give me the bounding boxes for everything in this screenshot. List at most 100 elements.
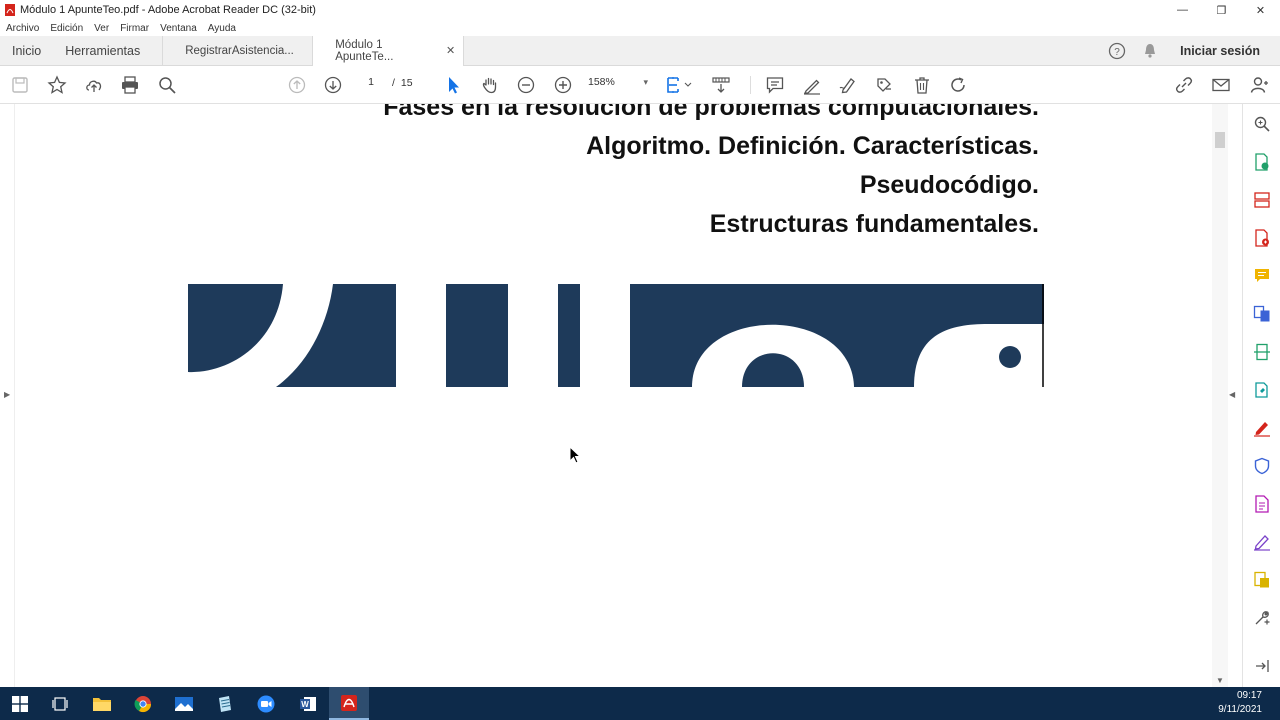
scroll-down-icon[interactable]: ▼	[1216, 676, 1224, 685]
photos-app-icon[interactable]	[164, 687, 204, 720]
heading-fases: Fases en la resolución de problemas comp…	[383, 104, 1039, 121]
request-signature-icon[interactable]	[1252, 532, 1272, 552]
clock-date: 9/11/2021	[1218, 704, 1262, 715]
file-explorer-icon[interactable]	[82, 687, 122, 720]
menu-firmar[interactable]: Firmar	[120, 23, 149, 34]
page-separator: /	[392, 76, 395, 89]
comment-tool-icon[interactable]	[1252, 266, 1272, 286]
microsoft-word-icon[interactable]: W	[288, 687, 328, 720]
edit-pdf-icon[interactable]	[1252, 380, 1272, 400]
combine-files-icon[interactable]	[1252, 304, 1272, 324]
zoom-in-icon[interactable]	[552, 74, 574, 96]
select-cursor-icon[interactable]	[442, 74, 464, 96]
find-search-icon[interactable]	[156, 74, 178, 96]
create-pdf-icon[interactable]	[1252, 228, 1272, 248]
minimize-button[interactable]: —	[1163, 0, 1202, 20]
tab-row: Inicio Herramientas RegistrarAsistencia.…	[0, 35, 1280, 66]
tab-registrar-asistencia[interactable]: RegistrarAsistencia...	[162, 35, 312, 66]
next-page-icon[interactable]	[322, 74, 344, 96]
menu-archivo[interactable]: Archivo	[6, 23, 39, 34]
document-viewport[interactable]: ▶ Fases en la resolución de problemas co…	[0, 104, 1242, 687]
fill-sign-icon[interactable]	[837, 74, 859, 96]
menu-ventana[interactable]: Ventana	[160, 23, 197, 34]
fill-sign-tool-icon[interactable]	[1252, 418, 1272, 438]
email-envelope-icon[interactable]	[1210, 74, 1232, 96]
delete-trash-icon[interactable]	[911, 74, 933, 96]
zoom-dropdown[interactable]: 158% ▾	[588, 76, 648, 88]
vertical-scrollbar[interactable]: ▼	[1212, 104, 1228, 687]
bookmark-star-icon[interactable]	[46, 74, 68, 96]
scan-ocr-icon[interactable]	[1252, 342, 1272, 362]
save-icon[interactable]	[9, 74, 31, 96]
svg-text:W: W	[301, 700, 309, 709]
menu-edicion[interactable]: Edición	[50, 23, 83, 34]
tab-modulo-apunte[interactable]: Módulo 1 ApunteTe... ✕	[312, 35, 465, 66]
sign-in-link[interactable]: Iniciar sesión	[1180, 44, 1260, 58]
page-number-input[interactable]: 1	[356, 76, 386, 89]
decorative-banner-image	[188, 284, 1044, 387]
tab-close-icon[interactable]: ✕	[446, 44, 455, 57]
right-tools-panel	[1242, 104, 1280, 687]
comment-icon[interactable]	[764, 74, 786, 96]
help-icon[interactable]: ?	[1108, 42, 1126, 60]
pdf-page: Fases en la resolución de problemas comp…	[16, 104, 1211, 687]
page-total: 15	[400, 76, 413, 89]
heading-estructuras: Estructuras fundamentales.	[709, 210, 1039, 238]
left-panel-strip: ▶	[0, 104, 15, 687]
task-view-icon[interactable]	[40, 687, 80, 720]
zoom-out-icon[interactable]	[515, 74, 537, 96]
menu-bar: Archivo Edición Ver Firmar Ventana Ayuda	[0, 20, 1280, 36]
export-pdf-icon[interactable]	[1252, 152, 1272, 172]
print-icon[interactable]	[119, 74, 141, 96]
add-user-icon[interactable]	[1248, 74, 1270, 96]
toolbar-separator	[750, 76, 751, 94]
more-tools-document-icon[interactable]	[1252, 494, 1272, 514]
highlight-pen-icon[interactable]	[801, 74, 823, 96]
system-clock[interactable]: 09:17 9/11/2021	[1218, 689, 1262, 717]
tab-herramientas[interactable]: Herramientas	[53, 36, 162, 66]
chevron-down-icon: ▾	[643, 76, 648, 87]
notifications-bell-icon[interactable]	[1142, 43, 1158, 59]
collapse-tools-icon[interactable]	[1252, 656, 1272, 676]
menu-ver[interactable]: Ver	[94, 23, 109, 34]
windows-start-icon[interactable]	[0, 687, 40, 720]
tab-label: RegistrarAsistencia...	[185, 44, 294, 57]
tools-customize-icon[interactable]	[1252, 608, 1272, 628]
rotate-icon[interactable]	[947, 74, 969, 96]
heading-pseudocodigo: Pseudocódigo.	[859, 171, 1039, 199]
protect-shield-icon[interactable]	[1252, 456, 1272, 476]
heading-algoritmo: Algoritmo. Definición. Características.	[586, 132, 1039, 160]
share-link-icon[interactable]	[1173, 74, 1195, 96]
menu-ayuda[interactable]: Ayuda	[208, 23, 236, 34]
clock-time: 09:17	[1236, 690, 1262, 701]
zoom-meetings-icon[interactable]	[246, 687, 286, 720]
tab-label: Módulo 1 ApunteTe...	[335, 38, 394, 63]
organize-pages-icon[interactable]	[1252, 190, 1272, 210]
window-title: Módulo 1 ApunteTeo.pdf - Adobe Acrobat R…	[20, 4, 316, 16]
close-button[interactable]: ✕	[1241, 0, 1280, 20]
zoom-level: 158%	[588, 76, 615, 88]
expand-left-panel-icon[interactable]: ▶	[4, 390, 10, 399]
page-display-icon[interactable]	[664, 74, 694, 96]
zoom-search-icon[interactable]	[1252, 114, 1272, 134]
title-bar: Módulo 1 ApunteTeo.pdf - Adobe Acrobat R…	[0, 0, 1280, 20]
stamp-edit-icon[interactable]	[873, 74, 895, 96]
hand-tool-icon[interactable]	[479, 74, 501, 96]
tab-inicio[interactable]: Inicio	[0, 36, 53, 66]
acrobat-taskbar-icon[interactable]	[329, 687, 369, 720]
collapse-right-panel-icon[interactable]: ◀	[1229, 390, 1235, 399]
notepad-app-icon[interactable]	[205, 687, 245, 720]
page-navigator: 1 / 15	[356, 76, 413, 89]
svg-text:?: ?	[1114, 47, 1120, 58]
maximize-button[interactable]: ❐	[1202, 0, 1241, 20]
windows-taskbar: W 09:17 9/11/2021	[0, 687, 1280, 720]
previous-page-icon[interactable]	[286, 74, 308, 96]
cloud-upload-icon[interactable]	[83, 74, 105, 96]
acrobat-app-icon	[4, 4, 16, 16]
scrollbar-thumb[interactable]	[1215, 132, 1225, 148]
chrome-browser-icon[interactable]	[123, 687, 163, 720]
scroll-mode-icon[interactable]	[710, 74, 732, 96]
send-for-review-icon[interactable]	[1252, 570, 1272, 590]
main-toolbar: 1 / 15 158% ▾	[0, 66, 1280, 104]
acrobat-window: Módulo 1 ApunteTeo.pdf - Adobe Acrobat R…	[0, 0, 1280, 720]
